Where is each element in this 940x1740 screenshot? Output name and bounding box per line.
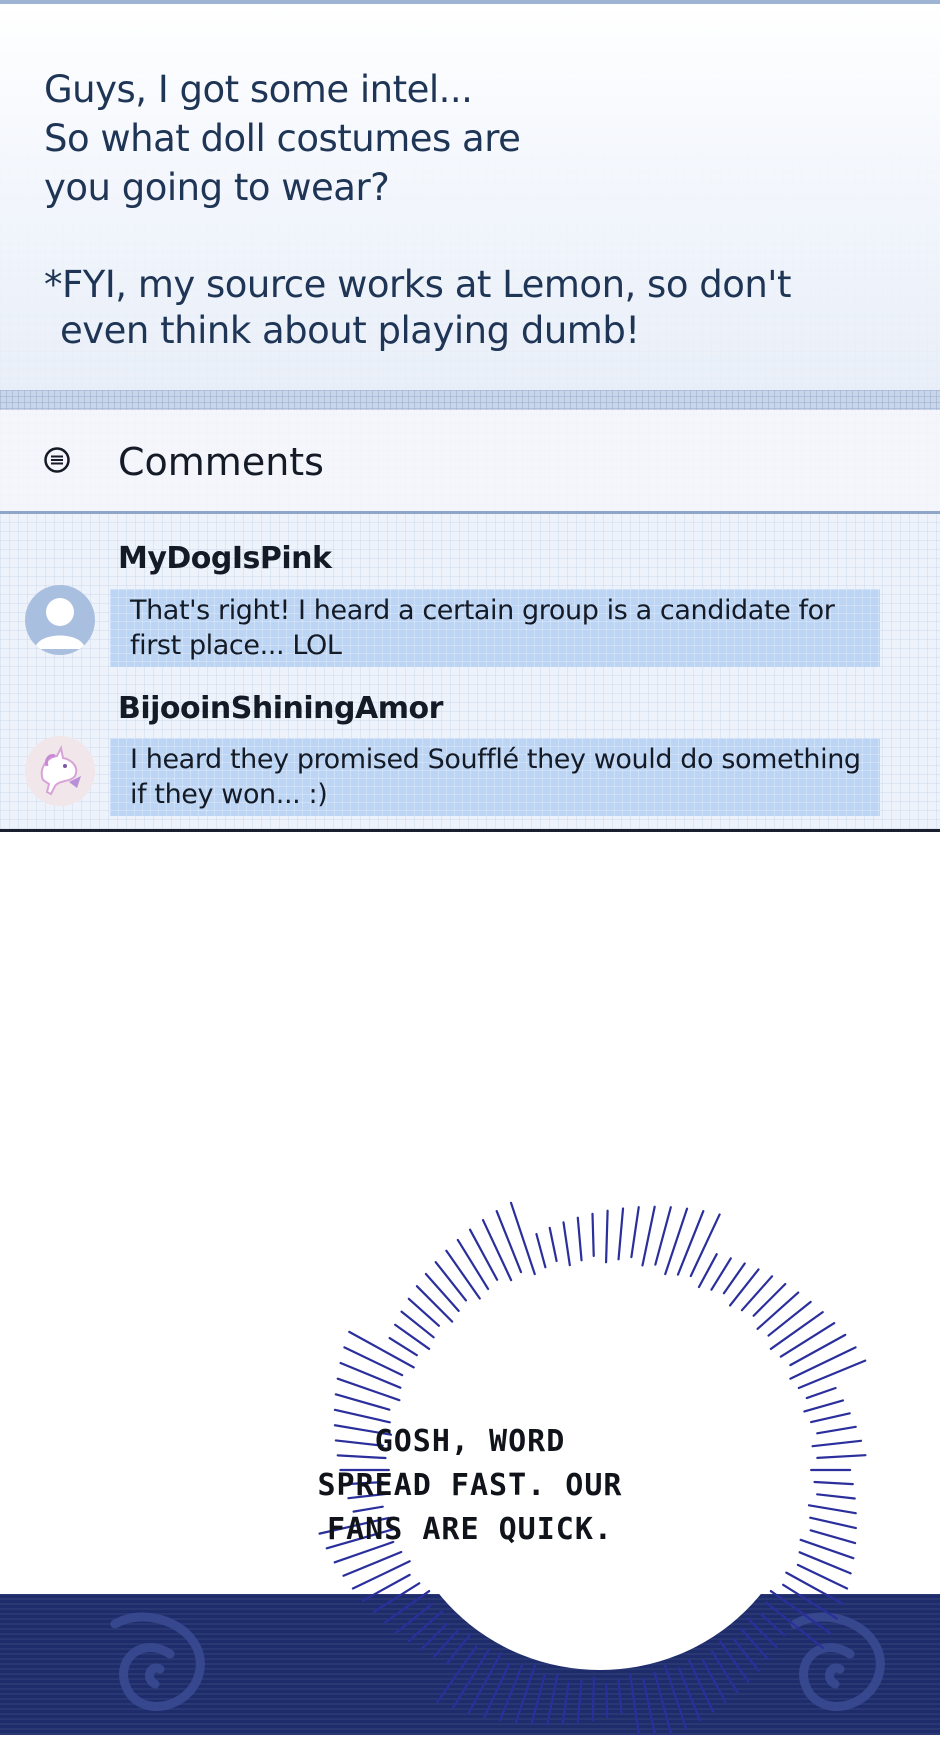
burst-ray bbox=[641, 1205, 656, 1267]
burst-ray bbox=[756, 1291, 800, 1330]
comment-bubble: I heard they promised Soufflé they would… bbox=[110, 738, 880, 816]
burst-ray bbox=[728, 1268, 760, 1307]
burst-ray bbox=[424, 1272, 460, 1312]
burst-ray bbox=[481, 1218, 513, 1282]
burst-ray bbox=[740, 1275, 774, 1312]
speech-text-line: SPREAD FAST. OUR bbox=[317, 1468, 623, 1503]
burst-ray bbox=[561, 1681, 570, 1725]
burst-ray bbox=[468, 1228, 499, 1281]
user-silhouette-icon bbox=[35, 598, 85, 649]
burst-ray bbox=[630, 1206, 640, 1259]
burst-ray bbox=[361, 1573, 411, 1602]
burst-ray bbox=[789, 1333, 847, 1367]
burst-ray bbox=[797, 1359, 867, 1390]
burst-ray bbox=[759, 1613, 786, 1637]
burst-ray bbox=[388, 1336, 418, 1357]
burst-ray bbox=[333, 1408, 391, 1424]
burst-ray bbox=[617, 1678, 623, 1715]
burst-ray bbox=[782, 1583, 839, 1620]
comments-icon bbox=[44, 447, 70, 473]
burst-ray bbox=[789, 1346, 857, 1380]
burst-ray bbox=[535, 1232, 547, 1269]
burst-ray bbox=[805, 1386, 837, 1400]
burst-ray bbox=[779, 1322, 836, 1358]
post-text-line: Guys, I got some intel... bbox=[44, 68, 473, 111]
burst-ray bbox=[719, 1640, 750, 1683]
burst-ray bbox=[576, 1679, 583, 1724]
comment-text-line: I heard they promised Soufflé they would… bbox=[130, 744, 861, 775]
burst-ray bbox=[407, 1610, 444, 1643]
post-text-line: even think about playing dumb! bbox=[60, 309, 640, 352]
comment-username[interactable]: MyDogIsPink bbox=[118, 541, 332, 576]
burst-ray bbox=[803, 1399, 845, 1413]
post-panel: Guys, I got some intel... So what doll c… bbox=[0, 0, 940, 832]
burst-ray bbox=[710, 1257, 732, 1291]
burst-ray bbox=[352, 1505, 384, 1513]
burst-ray bbox=[334, 1393, 391, 1411]
burst-ray bbox=[617, 1207, 625, 1261]
comment-text-line: first place... LOL bbox=[130, 630, 342, 661]
burst-ray bbox=[548, 1226, 558, 1263]
burst-ray bbox=[642, 1677, 658, 1740]
comment-bubble: That's right! I heard a certain group is… bbox=[110, 589, 880, 667]
burst-ray bbox=[689, 1213, 721, 1278]
burst-ray bbox=[629, 1673, 641, 1740]
burst-ray bbox=[415, 1285, 454, 1323]
burst-ray bbox=[395, 1603, 433, 1634]
burst-ray bbox=[785, 1571, 844, 1605]
burst-ray bbox=[343, 1346, 404, 1377]
default-user-avatar[interactable] bbox=[25, 585, 95, 655]
unicorn-icon bbox=[40, 744, 81, 796]
burst-ray bbox=[676, 1209, 705, 1276]
post-text-line: you going to wear? bbox=[44, 166, 390, 209]
comments-title: Comments bbox=[118, 440, 324, 484]
comment-username[interactable]: BijooinShiningAmor bbox=[118, 691, 443, 726]
comment-text-line: That's right! I heard a certain group is… bbox=[130, 595, 835, 626]
burst-ray bbox=[722, 1262, 746, 1295]
burst-ray bbox=[383, 1589, 431, 1624]
burst-ray bbox=[752, 1282, 787, 1317]
burst-ray bbox=[467, 1651, 503, 1715]
burst-ray bbox=[654, 1206, 672, 1266]
comments-header[interactable]: Comments bbox=[0, 410, 940, 514]
burst-ray bbox=[769, 1311, 824, 1351]
burst-ray bbox=[445, 1249, 481, 1300]
unicorn-avatar[interactable] bbox=[25, 736, 95, 806]
burst-ray bbox=[605, 1682, 609, 1719]
burst-ray bbox=[530, 1674, 546, 1725]
post-text-line: So what doll costumes are bbox=[44, 117, 521, 160]
burst-ray bbox=[576, 1216, 583, 1262]
burst-ray bbox=[509, 1201, 536, 1276]
post-body: Guys, I got some intel... So what doll c… bbox=[0, 4, 940, 390]
burst-ray bbox=[604, 1209, 609, 1264]
burst-ray bbox=[436, 1645, 478, 1703]
burst-ray bbox=[351, 1560, 411, 1590]
burst-ray bbox=[767, 1300, 812, 1337]
section-separator bbox=[0, 390, 940, 410]
burst-ray bbox=[434, 1261, 468, 1302]
burst-ray bbox=[546, 1673, 559, 1726]
burst-ray bbox=[562, 1221, 571, 1267]
burst-ray bbox=[653, 1671, 673, 1737]
burst-ray bbox=[591, 1212, 595, 1258]
burst-ray bbox=[697, 1253, 718, 1289]
burst-ray bbox=[339, 1361, 402, 1389]
burst-ray bbox=[348, 1330, 415, 1369]
burst-ray bbox=[372, 1582, 421, 1613]
speech-text-line: FANS ARE QUICK. bbox=[327, 1512, 613, 1547]
burst-ray bbox=[451, 1649, 490, 1710]
burst-ray bbox=[810, 1412, 851, 1424]
comment-text-line: if they won... :) bbox=[130, 779, 328, 810]
post-text-line: *FYI, my source works at Lemon, so don't bbox=[44, 263, 791, 306]
burst-ray bbox=[456, 1238, 490, 1291]
burst-ray bbox=[591, 1676, 596, 1722]
speech-text-line: GOSH, WORD bbox=[374, 1424, 566, 1459]
